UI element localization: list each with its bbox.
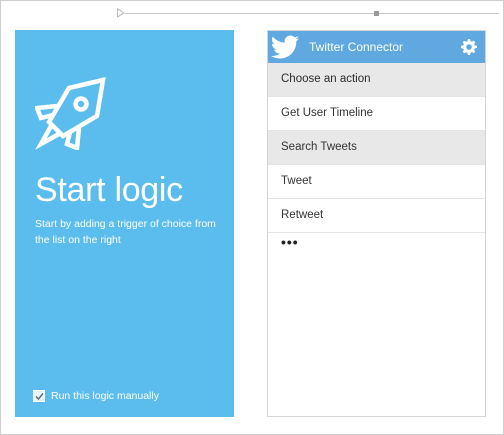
designer-canvas: Start logic Start by adding a trigger of… <box>0 0 504 435</box>
connector-title: Twitter Connector <box>309 40 404 54</box>
gear-icon[interactable] <box>461 39 477 55</box>
flow-connector-line <box>125 13 499 14</box>
start-logic-card: Start logic Start by adding a trigger of… <box>15 30 234 417</box>
start-logic-description: Start by adding a trigger of choice from… <box>35 218 216 246</box>
twitter-connector-panel: Twitter Connector Choose an action Get U… <box>267 30 486 417</box>
run-manually-label: Run this logic manually <box>51 390 159 402</box>
action-list: Choose an action Get User Timeline Searc… <box>268 63 485 257</box>
more-actions-button[interactable]: ••• <box>268 233 485 257</box>
flow-connector-handle[interactable] <box>374 11 379 16</box>
rocket-icon <box>35 77 106 150</box>
action-retweet[interactable]: Retweet <box>268 199 485 233</box>
action-tweet[interactable]: Tweet <box>268 165 485 199</box>
flow-start-arrow-icon <box>117 8 125 18</box>
check-icon <box>35 393 44 401</box>
start-logic-title: Start logic <box>35 171 183 209</box>
run-manually-option[interactable]: Run this logic manually <box>33 390 159 402</box>
action-search-tweets[interactable]: Search Tweets <box>268 131 485 165</box>
twitter-bird-icon <box>270 35 299 59</box>
run-manually-checkbox[interactable] <box>33 390 45 402</box>
action-get-user-timeline[interactable]: Get User Timeline <box>268 97 485 131</box>
connector-header: Twitter Connector <box>268 31 485 63</box>
choose-action-header: Choose an action <box>268 63 485 97</box>
